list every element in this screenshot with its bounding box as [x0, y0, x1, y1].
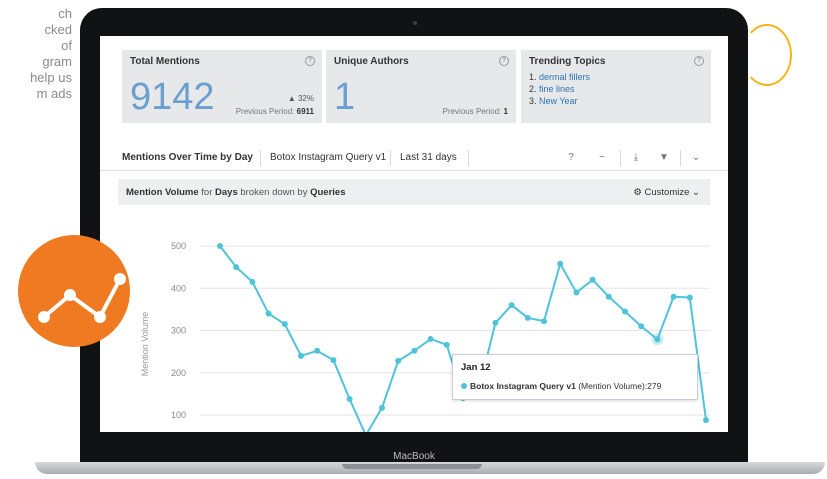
data-point[interactable]	[573, 289, 580, 296]
tooltip-row: Botox Instagram Query v1 (Mention Volume…	[461, 381, 661, 391]
camera-icon	[413, 21, 417, 25]
data-point[interactable]	[492, 319, 499, 326]
data-point[interactable]	[233, 264, 240, 271]
data-point[interactable]	[379, 404, 385, 411]
series-dot-icon	[461, 383, 467, 389]
tooltip-value: 279	[647, 381, 662, 391]
y-axis-label: Mention Volume	[140, 312, 150, 377]
data-point[interactable]	[265, 310, 272, 317]
data-point[interactable]	[249, 278, 256, 285]
y-tick-label: 300	[171, 326, 186, 336]
data-point[interactable]	[524, 314, 531, 321]
tooltip-date: Jan 12	[461, 362, 491, 373]
yellow-ring-decoration	[742, 24, 792, 86]
data-point[interactable]	[557, 260, 564, 267]
side-text-line: of	[61, 38, 72, 53]
laptop-lid: Total Mentions ? 9142 ▲ 32% Previous Per…	[80, 8, 748, 466]
side-text-line: help us	[30, 70, 72, 85]
data-point[interactable]	[281, 321, 288, 328]
data-point[interactable]	[346, 395, 353, 402]
data-point[interactable]	[703, 417, 709, 424]
data-point[interactable]	[443, 341, 450, 348]
data-point[interactable]	[427, 335, 434, 342]
app-screen: Total Mentions ? 9142 ▲ 32% Previous Per…	[100, 36, 728, 432]
data-point[interactable]	[605, 293, 612, 300]
data-point[interactable]	[508, 302, 515, 309]
trend-line-icon	[38, 273, 126, 323]
side-text-line: gram	[42, 54, 72, 69]
y-tick-label: 200	[171, 368, 186, 378]
data-point[interactable]	[638, 323, 645, 330]
side-text-line: cked	[44, 22, 72, 37]
chart-tooltip: Jan 12 Botox Instagram Query v1 (Mention…	[452, 354, 698, 400]
data-point[interactable]	[589, 276, 596, 283]
laptop-brand-label: MacBook	[393, 451, 435, 462]
data-point[interactable]	[314, 347, 321, 354]
data-point[interactable]	[330, 357, 337, 364]
laptop-notch	[342, 464, 482, 469]
background-side-text: ch cked of gram help us m ads	[0, 6, 72, 102]
tooltip-metric: (Mention Volume):	[578, 381, 648, 391]
y-tick-label: 400	[171, 283, 186, 293]
data-point[interactable]	[622, 308, 628, 315]
data-point[interactable]	[411, 347, 418, 354]
series-line	[219, 245, 707, 432]
y-tick-label: 100	[171, 410, 186, 420]
data-point[interactable]	[395, 357, 402, 364]
data-point[interactable]	[686, 294, 693, 301]
data-point[interactable]	[298, 352, 304, 359]
data-point[interactable]	[541, 318, 547, 325]
side-text-line: m ads	[36, 86, 72, 101]
data-point[interactable]	[670, 293, 677, 300]
y-tick-label: 500	[171, 241, 186, 251]
orange-trend-badge	[18, 235, 130, 347]
tooltip-series: Botox Instagram Query v1	[470, 381, 576, 391]
data-point[interactable]	[217, 243, 223, 249]
data-point[interactable]	[654, 336, 661, 343]
side-text-line: ch	[58, 6, 72, 21]
